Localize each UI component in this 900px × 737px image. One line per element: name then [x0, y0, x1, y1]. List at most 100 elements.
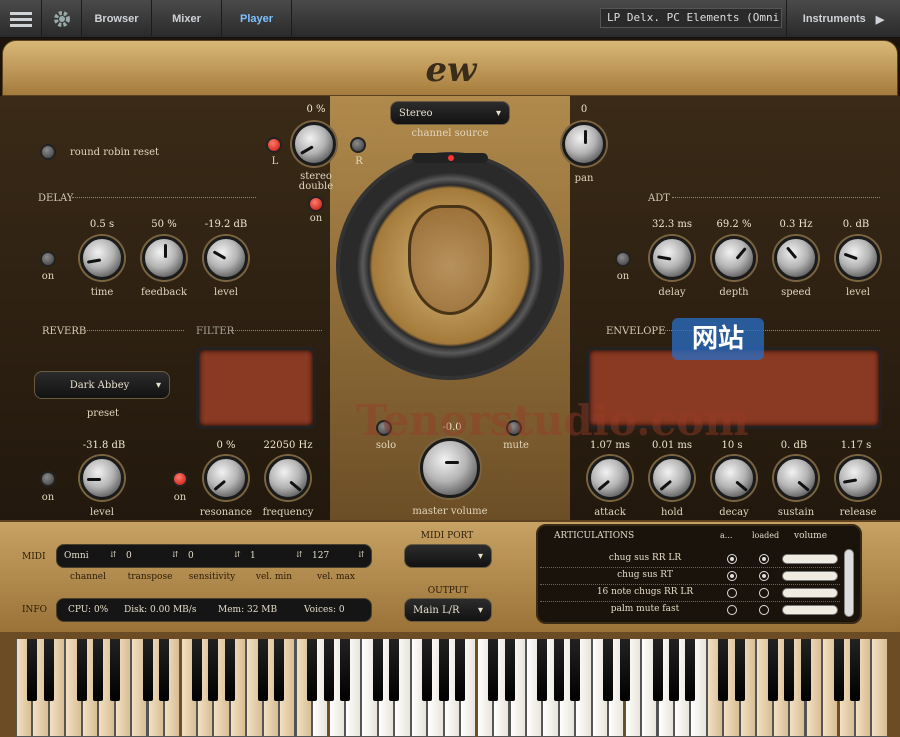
black-key[interactable] — [340, 639, 350, 701]
adt-delay-knob[interactable] — [650, 236, 694, 280]
envelope-hold-knob[interactable] — [650, 456, 694, 500]
articulation-volume-slider[interactable] — [782, 571, 838, 581]
black-key[interactable] — [800, 639, 811, 701]
round-robin-reset-button[interactable] — [40, 144, 56, 160]
black-key[interactable] — [191, 639, 202, 701]
articulation-row[interactable]: palm mute fast — [540, 603, 840, 619]
midi-sensitivity-field[interactable]: 0 — [188, 551, 194, 561]
articulation-row[interactable]: chug sus RT — [540, 569, 840, 585]
black-key[interactable] — [504, 639, 515, 701]
tab-mixer[interactable]: Mixer — [152, 0, 222, 38]
stepper-arrows-icon[interactable]: ⇵ — [172, 550, 179, 559]
tab-player[interactable]: Player — [222, 0, 292, 38]
black-key[interactable] — [488, 639, 499, 701]
black-key[interactable] — [619, 639, 630, 701]
adt-speed-knob[interactable] — [774, 236, 818, 280]
black-key[interactable] — [718, 639, 729, 701]
black-key[interactable] — [323, 639, 334, 701]
gear-icon[interactable] — [42, 0, 82, 38]
articulation-loaded-radio[interactable] — [759, 554, 769, 564]
black-key[interactable] — [208, 639, 219, 701]
black-key[interactable] — [43, 639, 54, 701]
delay-feedback-knob[interactable] — [142, 236, 186, 280]
black-key[interactable] — [537, 639, 548, 701]
articulation-row[interactable]: chug sus RR LR — [540, 552, 840, 568]
black-key[interactable] — [142, 639, 153, 701]
tab-browser[interactable]: Browser — [82, 0, 152, 38]
articulation-loaded-radio[interactable] — [759, 571, 769, 581]
black-key[interactable] — [389, 639, 400, 701]
stereo-double-on-led[interactable] — [308, 196, 324, 212]
articulation-active-radio[interactable] — [727, 571, 737, 581]
adt-level-knob[interactable] — [836, 236, 880, 280]
black-key[interactable] — [159, 639, 170, 701]
articulation-active-radio[interactable] — [727, 605, 737, 615]
black-key[interactable] — [652, 639, 663, 701]
black-key[interactable] — [833, 639, 844, 701]
black-key[interactable] — [224, 639, 235, 701]
instruments-button[interactable]: Instruments ▶ — [786, 0, 900, 38]
stereo-double-knob[interactable] — [292, 122, 336, 166]
delay-level-knob[interactable] — [204, 236, 248, 280]
stepper-arrows-icon[interactable]: ⇵ — [234, 550, 241, 559]
envelope-release-knob[interactable] — [836, 456, 880, 500]
black-key[interactable] — [422, 639, 433, 701]
articulation-loaded-radio[interactable] — [759, 605, 769, 615]
delay-on-button[interactable] — [40, 251, 56, 267]
pan-knob[interactable] — [562, 122, 606, 166]
reverb-level-knob[interactable] — [80, 456, 124, 500]
filter-on-button[interactable] — [172, 471, 188, 487]
articulation-row[interactable]: 16 note chugs RR LR — [540, 586, 840, 602]
adt-depth-knob[interactable] — [712, 236, 756, 280]
filter-frequency-knob[interactable] — [266, 456, 310, 500]
midi-port-dropdown[interactable]: ▾ — [404, 544, 492, 568]
envelope-decay-knob[interactable] — [712, 456, 756, 500]
black-key[interactable] — [274, 639, 285, 701]
black-key[interactable] — [307, 639, 318, 701]
stereo-right-led[interactable] — [350, 137, 366, 153]
black-key[interactable] — [767, 639, 778, 701]
black-key[interactable] — [109, 639, 120, 701]
adt-on-button[interactable] — [615, 251, 631, 267]
preset-name-field[interactable]: LP Delx. PC Elements (Omni) — [600, 8, 782, 28]
envelope-sustain-knob[interactable] — [774, 456, 818, 500]
midi-channel-field[interactable]: Omni — [64, 551, 89, 561]
white-key[interactable] — [871, 639, 888, 737]
black-key[interactable] — [438, 639, 449, 701]
articulation-volume-slider[interactable] — [782, 605, 838, 615]
midi-vel-min-field[interactable]: 1 — [250, 551, 256, 561]
articulation-volume-slider[interactable] — [782, 588, 838, 598]
stereo-left-led[interactable] — [266, 137, 282, 153]
black-key[interactable] — [27, 639, 38, 701]
delay-time-knob[interactable] — [80, 236, 124, 280]
black-key[interactable] — [669, 639, 679, 701]
master-volume-knob[interactable] — [420, 438, 480, 498]
black-key[interactable] — [849, 639, 860, 701]
reverb-on-button[interactable] — [40, 471, 56, 487]
articulation-volume-slider[interactable] — [782, 554, 838, 564]
envelope-attack-knob[interactable] — [588, 456, 632, 500]
black-key[interactable] — [76, 639, 87, 701]
articulation-active-radio[interactable] — [727, 588, 737, 598]
articulation-active-radio[interactable] — [727, 554, 737, 564]
black-key[interactable] — [257, 639, 268, 701]
black-key[interactable] — [603, 639, 614, 701]
stepper-arrows-icon[interactable]: ⇵ — [358, 550, 365, 559]
output-dropdown[interactable]: Main L/R ▾ — [404, 598, 492, 622]
black-key[interactable] — [455, 639, 466, 701]
articulation-loaded-radio[interactable] — [759, 588, 769, 598]
black-key[interactable] — [553, 639, 564, 701]
stepper-arrows-icon[interactable]: ⇵ — [296, 550, 303, 559]
midi-vel-max-field[interactable]: 127 — [312, 551, 329, 561]
menu-icon[interactable] — [0, 0, 42, 38]
black-key[interactable] — [372, 639, 383, 701]
filter-resonance-knob[interactable] — [204, 456, 248, 500]
reverb-preset-dropdown[interactable]: Dark Abbey ▾ — [34, 371, 170, 399]
channel-source-dropdown[interactable]: Stereo ▾ — [390, 101, 510, 125]
black-key[interactable] — [784, 639, 795, 701]
black-key[interactable] — [685, 639, 696, 701]
midi-transpose-field[interactable]: 0 — [126, 551, 132, 561]
black-key[interactable] — [93, 639, 104, 701]
articulations-scrollbar[interactable] — [844, 549, 854, 617]
black-key[interactable] — [570, 639, 581, 701]
